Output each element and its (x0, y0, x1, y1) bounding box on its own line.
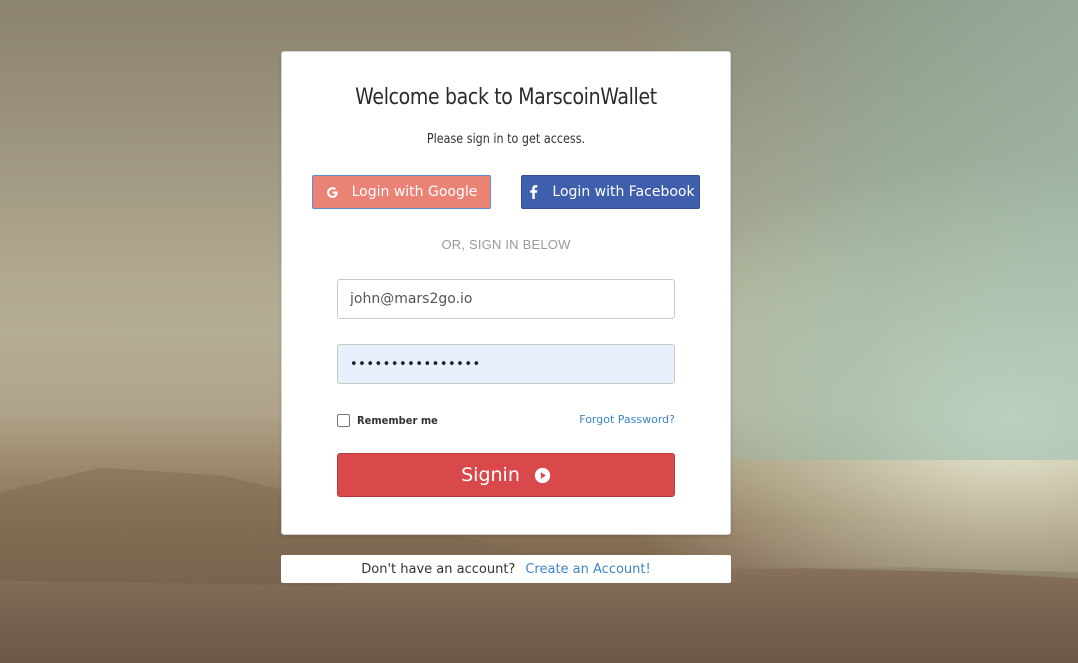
login-card: Welcome back to MarscoinWallet Please si… (281, 51, 731, 535)
email-field[interactable] (337, 279, 675, 319)
signup-prompt-bar: Don't have an account? Create an Account… (281, 555, 731, 583)
remember-me-checkbox[interactable] (337, 414, 350, 427)
remember-row: Remember me Forgot Password? (337, 412, 675, 432)
remember-me-label[interactable]: Remember me (357, 414, 438, 427)
login-with-google-button[interactable]: Login with Google (312, 175, 491, 209)
password-field[interactable] (337, 344, 675, 384)
signup-prompt-text: Don't have an account? (361, 561, 516, 577)
create-account-link[interactable]: Create an Account! (525, 562, 650, 577)
signin-button[interactable]: Signin (337, 453, 675, 497)
page-subtitle: Please sign in to get access. (426, 132, 586, 147)
facebook-icon (526, 185, 540, 199)
google-button-label: Login with Google (351, 184, 478, 200)
forgot-password-link[interactable]: Forgot Password? (579, 413, 675, 426)
page-title: Welcome back to MarscoinWallet (355, 85, 657, 110)
login-with-facebook-button[interactable]: Login with Facebook (521, 175, 700, 209)
divider-text: OR, SIGN IN BELOW (441, 237, 571, 252)
facebook-button-label: Login with Facebook (552, 184, 695, 200)
signin-button-label: Signin (461, 464, 520, 486)
play-circle-icon (534, 467, 551, 484)
google-icon (326, 185, 340, 199)
